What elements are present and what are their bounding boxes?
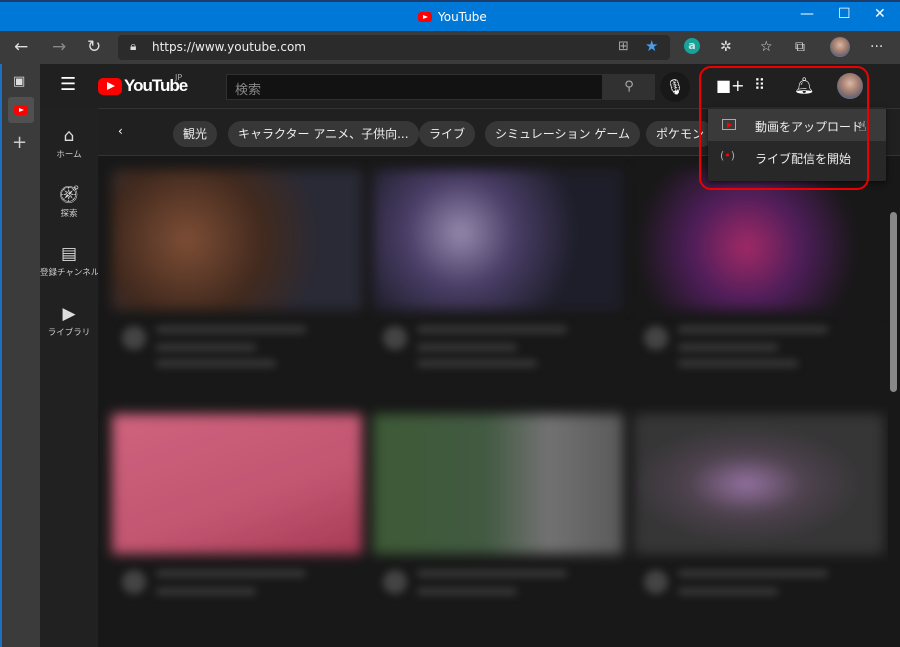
video-thumbnail[interactable]	[634, 170, 884, 310]
home-icon: ⌂	[63, 126, 75, 146]
chip[interactable]: キャラクター アニメ、子供向...	[228, 121, 419, 147]
amazon-assistant-icon[interactable]: a	[684, 38, 700, 54]
new-tab-icon[interactable]: +	[12, 132, 27, 153]
back-icon[interactable]: ←	[14, 37, 28, 57]
extensions-icon[interactable]: ✲	[720, 39, 732, 55]
scrollbar-thumb[interactable]	[890, 212, 897, 392]
search-button[interactable]: ⚲	[603, 74, 655, 100]
sidebar-item-home[interactable]: ⌂ ホーム	[40, 126, 98, 160]
youtube-tab[interactable]	[8, 97, 34, 123]
sidebar-item-subscriptions[interactable]: ▤ 登録チャンネル	[40, 244, 99, 278]
video-thumbnail[interactable]	[112, 414, 362, 554]
chip[interactable]: ライブ	[419, 121, 476, 147]
sidebar-item-library[interactable]: ▶ ライブラリ	[40, 304, 98, 338]
voice-search-icon[interactable]: 🎙︎	[660, 72, 690, 102]
apps-grid-icon[interactable]: ⠿	[754, 76, 765, 94]
chip[interactable]: 観光	[173, 121, 218, 147]
create-video-icon[interactable]: ■+	[716, 76, 745, 95]
youtube-logo[interactable]: YouTube JP	[98, 73, 188, 96]
browser-toolbar: ← → ↻ 🔒︎ https://www.youtube.com ⊞ ★ a ✲…	[0, 31, 900, 64]
close-button[interactable]: ✕	[874, 6, 886, 22]
video-meta	[634, 316, 884, 376]
account-avatar[interactable]	[837, 73, 863, 99]
notifications-bell-icon[interactable]: 🔔︎	[794, 76, 814, 95]
chevron-left-icon[interactable]: ‹	[118, 124, 123, 138]
refresh-icon[interactable]: ↻	[87, 37, 101, 57]
guide-sidebar: ⌂ ホーム 🧭︎ 探索 ▤ 登録チャンネル ▶ ライブラリ	[40, 108, 99, 647]
favorite-star-icon[interactable]: ★	[645, 37, 658, 55]
create-menu: 動画をアップロード ☝ (•) ライブ配信を開始	[708, 107, 886, 181]
lock-icon[interactable]: 🔒︎	[130, 39, 136, 54]
minimize-button[interactable]: —	[800, 6, 814, 22]
favorites-icon[interactable]: ☆	[760, 39, 773, 55]
compass-icon: 🧭︎	[58, 185, 80, 205]
hand-cursor-icon: ☝	[858, 119, 867, 135]
collections-icon[interactable]: ⧉	[795, 39, 805, 55]
youtube-favicon	[418, 12, 432, 22]
profile-avatar[interactable]	[830, 37, 850, 57]
tab-actions-icon[interactable]: ▣	[13, 74, 25, 89]
masthead: ☰ YouTube JP 検索 ⚲ 🎙︎ ■+ ⠿ 🔔︎	[40, 64, 900, 108]
upload-video-icon	[722, 119, 736, 130]
youtube-favicon	[14, 105, 28, 115]
video-thumbnail[interactable]	[634, 414, 884, 554]
video-grid	[98, 156, 888, 647]
menu-item-upload-video[interactable]: 動画をアップロード ☝	[708, 109, 886, 141]
app-available-icon[interactable]: ⊞	[618, 39, 629, 54]
sidebar-item-explore[interactable]: 🧭︎ 探索	[40, 185, 98, 219]
library-icon: ▶	[62, 304, 76, 324]
window-title: YouTube	[418, 10, 487, 24]
vertical-tabs: ▣ +	[0, 64, 40, 647]
video-thumbnail[interactable]	[112, 170, 362, 310]
video-meta	[373, 560, 623, 620]
scrollbar[interactable]	[888, 156, 900, 647]
video-meta	[634, 560, 884, 620]
video-meta	[112, 316, 362, 376]
forward-icon[interactable]: →	[52, 37, 66, 57]
maximize-button[interactable]: ☐	[838, 6, 851, 22]
go-live-icon: (•)	[720, 149, 736, 162]
menu-icon[interactable]: ☰	[60, 74, 76, 95]
chip[interactable]: シミュレーション ゲーム	[485, 121, 640, 147]
window-titlebar: YouTube — ☐ ✕	[0, 0, 900, 31]
subscriptions-icon: ▤	[60, 244, 78, 264]
video-thumbnail[interactable]	[373, 414, 623, 554]
search-input[interactable]: 検索	[226, 74, 603, 100]
chip[interactable]: ポケモン	[646, 121, 715, 147]
more-icon[interactable]: ···	[870, 39, 883, 55]
video-thumbnail[interactable]	[373, 170, 623, 310]
address-bar[interactable]: 🔒︎ https://www.youtube.com ⊞ ★	[118, 35, 670, 60]
menu-item-go-live[interactable]: (•) ライブ配信を開始	[708, 141, 886, 173]
video-meta	[373, 316, 623, 376]
video-meta	[112, 560, 362, 620]
